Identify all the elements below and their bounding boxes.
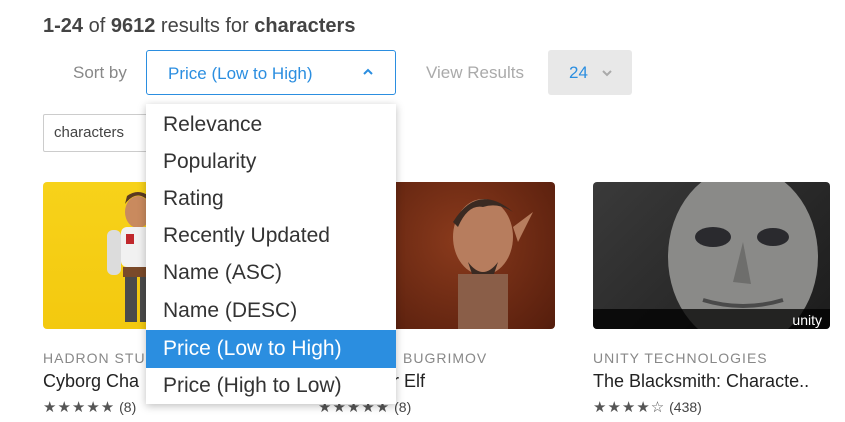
asset-rating: ★★★★☆ (438)	[593, 398, 702, 416]
sort-option-price-low-high[interactable]: Price (Low to High)	[146, 330, 396, 368]
chevron-up-icon	[363, 68, 373, 75]
asset-publisher[interactable]: BUGRIMOV	[403, 350, 487, 366]
sort-option-popularity[interactable]: Popularity	[146, 143, 396, 181]
sort-dropdown-menu: Relevance Popularity Rating Recently Upd…	[146, 104, 396, 404]
sort-option-rating[interactable]: Rating	[146, 180, 396, 218]
asset-title[interactable]: Cyborg Cha	[43, 371, 139, 392]
asset-rating: ★★★★★ (8)	[43, 398, 136, 416]
results-summary: 1-24 of 9612 results for characters	[43, 15, 355, 38]
star-rating-icon: ★★★★★	[43, 399, 116, 416]
asset-title[interactable]: r Elf	[393, 371, 425, 392]
results-total: 9612	[110, 15, 156, 37]
sort-label: Sort by	[73, 63, 127, 82]
asset-title[interactable]: The Blacksmith: Characte..	[593, 371, 809, 392]
asset-publisher[interactable]: UNITY TECHNOLOGIES	[593, 350, 768, 366]
sort-option-recently-updated[interactable]: Recently Updated	[146, 217, 396, 255]
review-count: (438)	[669, 399, 702, 415]
results-for: results for	[160, 15, 249, 37]
asset-thumbnail[interactable]: unity	[593, 182, 830, 329]
review-count: (8)	[394, 399, 412, 415]
unity-logo-icon: unity	[792, 312, 822, 328]
view-results-value: 24	[569, 63, 588, 82]
sort-select[interactable]: Price (Low to High)	[146, 50, 396, 95]
search-chip-text: characters	[54, 124, 125, 141]
results-of: of	[88, 15, 106, 37]
asset-card[interactable]: unity UNITY TECHNOLOGIES The Blacksmith:…	[593, 182, 830, 416]
sort-option-relevance[interactable]: Relevance	[146, 106, 396, 144]
star-rating-icon: ★★★★☆	[593, 399, 666, 416]
view-results-label: View Results	[426, 63, 524, 82]
sort-option-name-desc[interactable]: Name (DESC)	[146, 292, 396, 330]
sort-selected-value: Price (Low to High)	[168, 64, 313, 83]
search-filter-chip[interactable]: characters	[43, 114, 153, 152]
blacksmith-character-image	[668, 182, 818, 329]
results-query: characters	[254, 15, 356, 37]
review-count: (8)	[119, 399, 137, 415]
view-results-select[interactable]: 24	[548, 50, 632, 95]
results-range: 1-24	[43, 15, 84, 37]
sort-option-price-high-low[interactable]: Price (High to Low)	[146, 367, 396, 405]
chevron-down-icon	[602, 70, 612, 77]
asset-publisher[interactable]: HADRON STU	[43, 350, 146, 366]
sort-option-name-asc[interactable]: Name (ASC)	[146, 254, 396, 292]
